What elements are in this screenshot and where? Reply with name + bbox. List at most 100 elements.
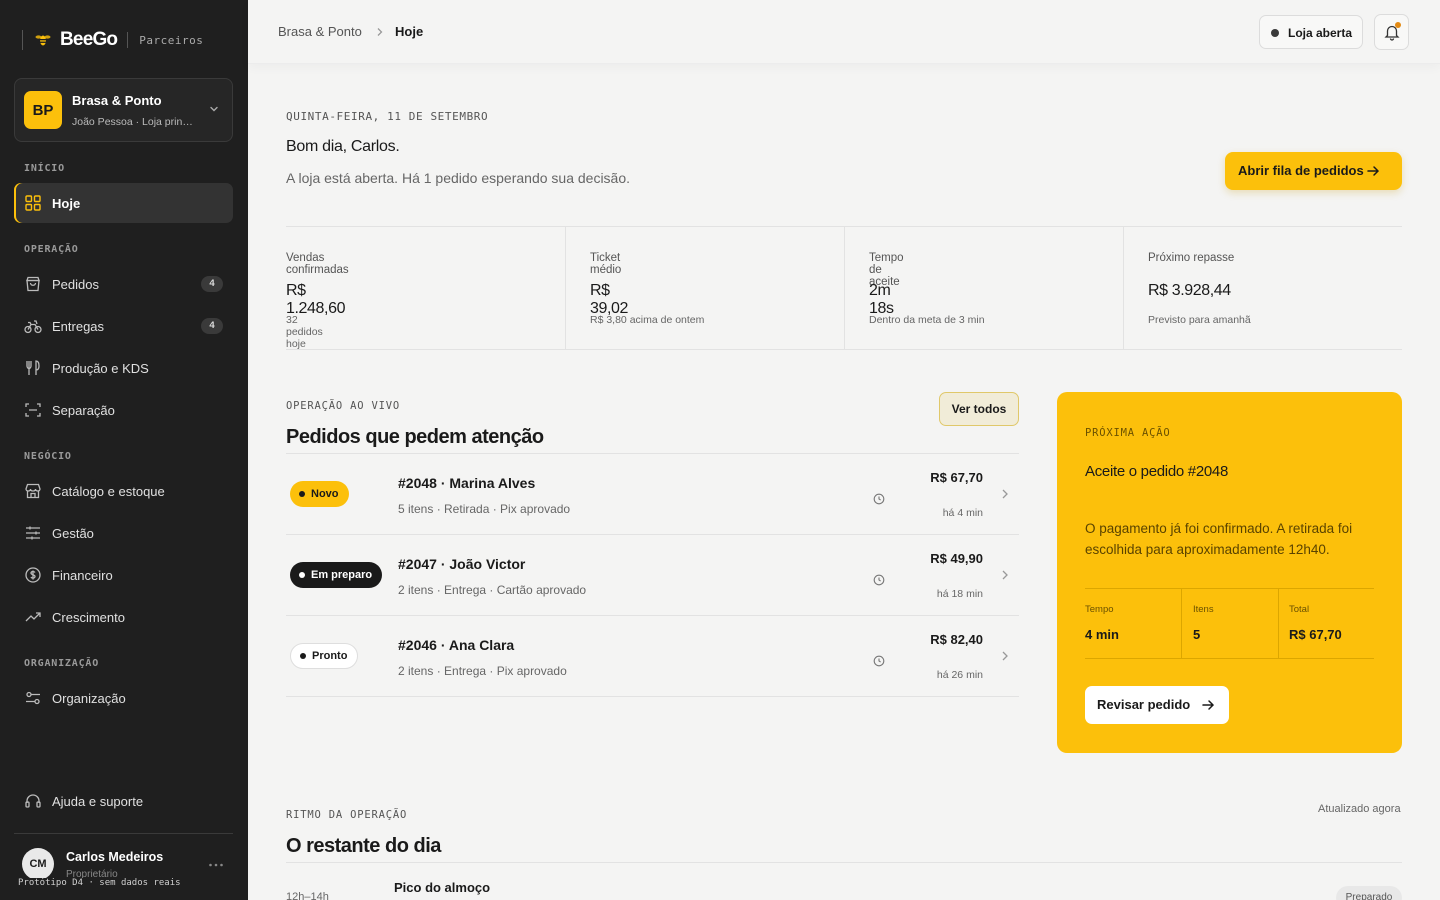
sidebar-item-entregas[interactable]: Entregas 4 [14, 306, 233, 346]
metric-value: R$ 3.928,44 [1148, 282, 1231, 299]
rest-of-day-title: O restante do dia [286, 835, 441, 857]
chevron-right-icon [1002, 570, 1008, 580]
divider [14, 833, 233, 834]
sidebar-item-catalogo[interactable]: Catálogo e estoque [14, 471, 233, 511]
stat-total: Total R$ 67,70 [1289, 589, 1373, 658]
order-age: há 4 min [942, 507, 983, 519]
divider [127, 32, 129, 48]
review-order-label: Revisar pedido [1097, 697, 1191, 712]
orders-title: Pedidos que pedem atenção [286, 426, 544, 448]
more-icon[interactable] [208, 857, 224, 873]
section-label: RITMO DA OPERAÇÃO [286, 809, 408, 821]
sidebar: BeeGo Parceiros BP Brasa & Ponto João Pe… [0, 0, 248, 900]
sidebar-item-separacao[interactable]: Separação [14, 390, 233, 430]
order-detail: 2 itens · Entrega · Pix aprovado [398, 664, 567, 678]
order-detail: 2 itens · Entrega · Cartão aprovado [398, 583, 587, 597]
order-title: #2048 · Marina Alves [398, 475, 536, 491]
divider [565, 227, 566, 349]
order-title: #2047 · João Victor [398, 556, 526, 572]
chevron-right-icon [1002, 651, 1008, 661]
order-age: há 18 min [936, 588, 983, 600]
count-badge: 4 [201, 318, 223, 334]
metrics-strip: Vendas confirmadas R$ 1.248,60 32 pedido… [286, 226, 1402, 350]
open-queue-button[interactable]: Abrir fila de pedidos [1225, 152, 1402, 190]
open-queue-label: Abrir fila de pedidos [1238, 163, 1364, 178]
sidebar-item-hoje[interactable]: Hoje [14, 183, 233, 223]
timeline-time: 12h–14h [286, 891, 329, 900]
stat-value: 5 [1193, 627, 1201, 642]
sidebar-item-label: Hoje [52, 196, 81, 211]
sliders-icon [26, 526, 40, 540]
brand-logo: BeeGo [60, 29, 118, 50]
review-order-button[interactable]: Revisar pedido [1085, 686, 1229, 724]
sidebar-item-label: Catálogo e estoque [52, 484, 165, 499]
greeting: Bom dia, Carlos. [286, 138, 400, 155]
sidebar-item-label: Entregas [52, 319, 105, 334]
brand[interactable]: BeeGo Parceiros [22, 28, 203, 52]
settings-icon [26, 691, 40, 705]
store-name: Brasa & Ponto [72, 93, 162, 108]
sidebar-item-label: Pedidos [52, 277, 99, 292]
sidebar-item-organizacao[interactable]: Organização [14, 678, 233, 718]
stat-label: Total [1289, 604, 1310, 615]
status-badge: Novo [290, 481, 349, 507]
topbar: Brasa & Ponto Hoje Loja aberta [248, 0, 1440, 64]
order-row[interactable]: Pronto #2046 · Ana Clara 2 itens · Entre… [286, 616, 1019, 697]
store-status-label: Loja aberta [1288, 26, 1353, 40]
next-action-stats: Tempo 4 min Itens 5 Total R$ 67,70 [1085, 588, 1374, 659]
order-price: R$ 49,90 [930, 551, 983, 566]
metric-sub: Previsto para amanhã [1148, 314, 1251, 326]
see-all-button[interactable]: Ver todos [939, 392, 1019, 426]
sidebar-item-label: Ajuda e suporte [52, 794, 144, 809]
trending-icon [25, 612, 41, 622]
store-status-button[interactable]: Loja aberta [1259, 15, 1363, 49]
stat-time: Tempo 4 min [1085, 589, 1181, 658]
prototype-note: Protótipo D4 · sem dados reais [16, 878, 183, 888]
metric-value: 2m 18s [869, 282, 894, 317]
clock-icon [873, 574, 885, 586]
sidebar-item-financeiro[interactable]: Financeiro [14, 555, 233, 595]
metric-title: Ticket médio [590, 252, 622, 276]
chevron-right-icon [1002, 489, 1008, 499]
breadcrumb-parent[interactable]: Brasa & Ponto [278, 24, 362, 39]
avatar[interactable]: CM [22, 848, 54, 880]
status-badge: Em preparo [290, 562, 383, 588]
breadcrumb-current: Hoje [395, 24, 424, 39]
updated-label: Atualizado agora [1318, 803, 1401, 815]
sidebar-item-producao[interactable]: Produção e KDS [14, 348, 233, 388]
section-negocio: NEGÓCIO [24, 451, 72, 462]
divider [1181, 589, 1182, 658]
order-detail: 5 itens · Retirada · Pix aprovado [398, 502, 571, 516]
next-action-label: PRÓXIMA AÇÃO [1085, 427, 1171, 439]
arrow-right-icon [1367, 166, 1380, 176]
scan-icon [25, 403, 41, 417]
sidebar-item-gestao[interactable]: Gestão [14, 513, 233, 553]
metric-sub: R$ 3,80 acima de ontem [590, 314, 705, 326]
divider [844, 227, 845, 349]
order-row[interactable]: Novo #2048 · Marina Alves 5 itens · Reti… [286, 454, 1019, 535]
store-switcher[interactable]: BP Brasa & Ponto João Pessoa · Loja prin… [14, 78, 233, 142]
sidebar-item-help[interactable]: Ajuda e suporte [14, 781, 233, 821]
order-row[interactable]: Em preparo #2047 · João Victor 2 itens ·… [286, 535, 1019, 616]
status-dot [1271, 29, 1279, 37]
order-price: R$ 67,70 [930, 470, 983, 485]
order-title: #2046 · Ana Clara [398, 637, 515, 653]
date-label: QUINTA-FEIRA, 11 DE SETEMBRO [286, 110, 489, 123]
headset-icon [25, 794, 41, 808]
notification-dot [1395, 22, 1401, 28]
sidebar-item-label: Gestão [52, 526, 94, 541]
sidebar-item-crescimento[interactable]: Crescimento [14, 597, 233, 637]
bag-icon [26, 276, 40, 292]
orders-list: Novo #2048 · Marina Alves 5 itens · Reti… [286, 453, 1019, 697]
notifications-button[interactable] [1374, 14, 1409, 50]
sidebar-item-label: Organização [52, 691, 126, 706]
timeline-title: Pico do almoço [394, 880, 491, 895]
sidebar-item-pedidos[interactable]: Pedidos 4 [14, 264, 233, 304]
metric-sub: Dentro da meta de 3 min [869, 314, 985, 326]
store-avatar: BP [24, 91, 62, 129]
order-age: há 26 min [936, 669, 983, 681]
dollar-icon [25, 567, 41, 583]
order-price: R$ 82,40 [930, 632, 983, 647]
divider [22, 30, 23, 50]
metric-title: Vendas confirmadas [286, 252, 349, 276]
